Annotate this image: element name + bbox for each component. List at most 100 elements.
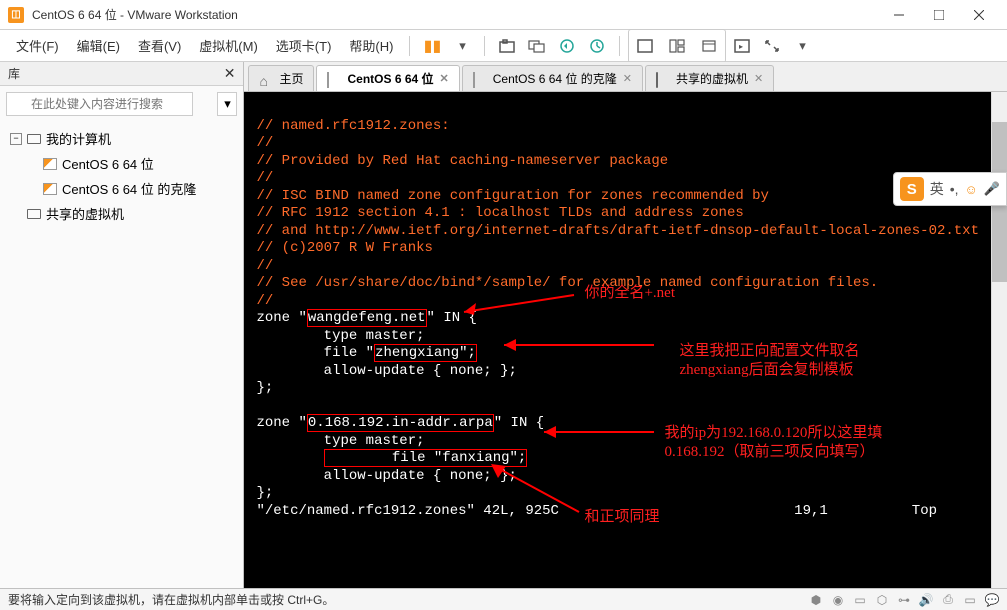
tabs-bar: 主页 CentOS 6 64 位 ✕ CentOS 6 64 位 的克隆 ✕ 共… [244,62,1007,92]
menu-help[interactable]: 帮助(H) [341,32,401,59]
minimize-button[interactable] [879,1,919,29]
tab-close-button[interactable]: ✕ [440,72,449,85]
tab-label: CentOS 6 64 位 的克隆 [493,70,617,87]
mic-icon[interactable]: 🎤 [984,181,1000,197]
view-thumbnail-button[interactable] [695,32,723,60]
stretch-dropdown[interactable]: ▾ [788,32,816,60]
tree-label: CentOS 6 64 位 [62,154,154,173]
ime-widget[interactable]: S 英 •, ☺ 🎤 [893,172,1007,206]
arrow-icon [454,287,584,317]
tree-my-computer[interactable]: − 我的计算机 [0,126,243,151]
tree-vm-centos[interactable]: CentOS 6 64 位 [0,151,243,176]
terminal-line: }; [256,380,273,396]
terminal-line: // [256,293,273,309]
vertical-scrollbar[interactable] [991,92,1007,588]
power-dropdown[interactable]: ▾ [448,32,476,60]
sogou-icon: S [900,177,924,201]
tree-label: 我的计算机 [46,129,111,148]
annotation-forward: 这里我把正向配置文件取名zhengxiang后面会复制模板 [679,342,909,380]
tree-label: CentOS 6 64 位 的克隆 [62,179,196,198]
snapshot-button[interactable] [493,32,521,60]
search-input[interactable] [6,92,193,116]
terminal-line: // named.rfc1912.zones: [256,118,449,134]
menu-view[interactable]: 查看(V) [130,32,189,59]
floppy-icon[interactable]: ▭ [853,593,867,607]
tree-shared-vms[interactable]: 共享的虚拟机 [0,201,243,226]
stretch-button[interactable] [758,32,786,60]
vm-icon [42,182,58,196]
menu-tabs[interactable]: 选项卡(T) [268,32,340,59]
terminal-line: // ISC BIND named zone configuration for… [256,188,768,204]
monitor-icon [26,207,42,221]
library-sidebar: 库 ✕ 🔍 ▾ − 我的计算机 CentOS 6 64 位 CentOS 6 6… [0,62,244,588]
tree-label: 共享的虚拟机 [46,204,124,223]
message-icon[interactable]: 💬 [985,593,999,607]
disk-icon[interactable]: ⬢ [809,593,823,607]
tab-centos[interactable]: CentOS 6 64 位 ✕ [316,65,459,91]
tab-close-button[interactable]: ✕ [754,72,763,85]
tab-centos-clone[interactable]: CentOS 6 64 位 的克隆 ✕ [462,65,643,91]
statusbar: 要将输入定向到该虚拟机，请在虚拟机内部单击或按 Ctrl+G。 ⬢ ◉ ▭ ⬡ … [0,588,1007,610]
vmware-icon: ◫ [8,7,24,23]
terminal-line: }; [256,485,273,501]
annotation-domain: 你的全名+.net [584,284,675,303]
tab-label: CentOS 6 64 位 [347,70,433,87]
terminal-line: file "zhengxiang"; [256,344,476,362]
take-snapshot-button[interactable] [583,32,611,60]
terminal-line: // RFC 1912 section 4.1 : localhost TLDs… [256,205,743,221]
redbox-forward-file: zhengxiang"; [374,344,477,362]
tab-label: 共享的虚拟机 [676,70,748,87]
terminal-line: // (c)2007 R W Franks [256,240,432,256]
maximize-button[interactable] [919,1,959,29]
vm-icon [327,73,341,85]
tab-label: 主页 [279,70,303,87]
ime-lang[interactable]: 英 [930,179,944,199]
printer-icon[interactable]: ⎙ [941,593,955,607]
tree-toggle-icon[interactable]: − [10,133,22,145]
annotation-reverse: 我的ip为192.168.0.120所以这里填0.168.192（取前三项反向填… [664,424,924,462]
monitor-icon [656,73,670,85]
smile-icon[interactable]: ☺ [965,182,978,197]
terminal-line: zone "0.168.192.in-addr.arpa" IN { [256,414,544,432]
terminal-line: // and http://www.ietf.org/internet-draf… [256,223,979,239]
usb-icon[interactable]: ⊶ [897,593,911,607]
terminal-line: // [256,170,273,186]
vm-icon [42,157,58,171]
terminal-line: allow-update { none; }; [256,468,516,484]
terminal-line: type master; [256,328,424,344]
ime-punct[interactable]: •, [950,181,959,197]
fullscreen-button[interactable]: ▸ [728,32,756,60]
revert-button[interactable] [553,32,581,60]
monitor-icon [26,132,42,146]
home-icon [259,73,273,85]
svg-text:▸: ▸ [739,42,743,51]
tree-vm-centos-clone[interactable]: CentOS 6 64 位 的克隆 [0,176,243,201]
tab-home[interactable]: 主页 [248,65,314,91]
sidebar-header: 库 ✕ [0,62,243,86]
terminal-line: // [256,135,273,151]
content-area: 主页 CentOS 6 64 位 ✕ CentOS 6 64 位 的克隆 ✕ 共… [244,62,1007,588]
terminal-line: zone "wangdefeng.net" IN { [256,309,476,327]
menu-file[interactable]: 文件(F) [8,32,67,59]
sound-icon[interactable]: 🔊 [919,593,933,607]
search-dropdown[interactable]: ▾ [217,92,237,116]
close-button[interactable] [959,1,999,29]
view-console-button[interactable] [631,32,659,60]
network-icon[interactable]: ⬡ [875,593,889,607]
window-title: CentOS 6 64 位 - VMware Workstation [32,6,879,23]
terminal[interactable]: // named.rfc1912.zones: // // Provided b… [244,92,991,588]
pause-button[interactable]: ▮▮ [418,32,446,60]
display-icon[interactable]: ▭ [963,593,977,607]
tab-shared[interactable]: 共享的虚拟机 ✕ [645,65,774,91]
sidebar-close-button[interactable]: ✕ [224,65,236,82]
redbox-reverse-zone: 0.168.192.in-addr.arpa [307,414,494,432]
terminal-line: // [256,258,273,274]
snapshot-manager-button[interactable] [523,32,551,60]
menu-vm[interactable]: 虚拟机(M) [191,32,266,59]
view-unity-button[interactable] [663,32,691,60]
annotation-same: 和正项同理 [584,508,659,527]
menubar: 文件(F) 编辑(E) 查看(V) 虚拟机(M) 选项卡(T) 帮助(H) ▮▮… [0,30,1007,62]
tab-close-button[interactable]: ✕ [623,72,632,85]
menu-edit[interactable]: 编辑(E) [69,32,128,59]
cd-icon[interactable]: ◉ [831,593,845,607]
